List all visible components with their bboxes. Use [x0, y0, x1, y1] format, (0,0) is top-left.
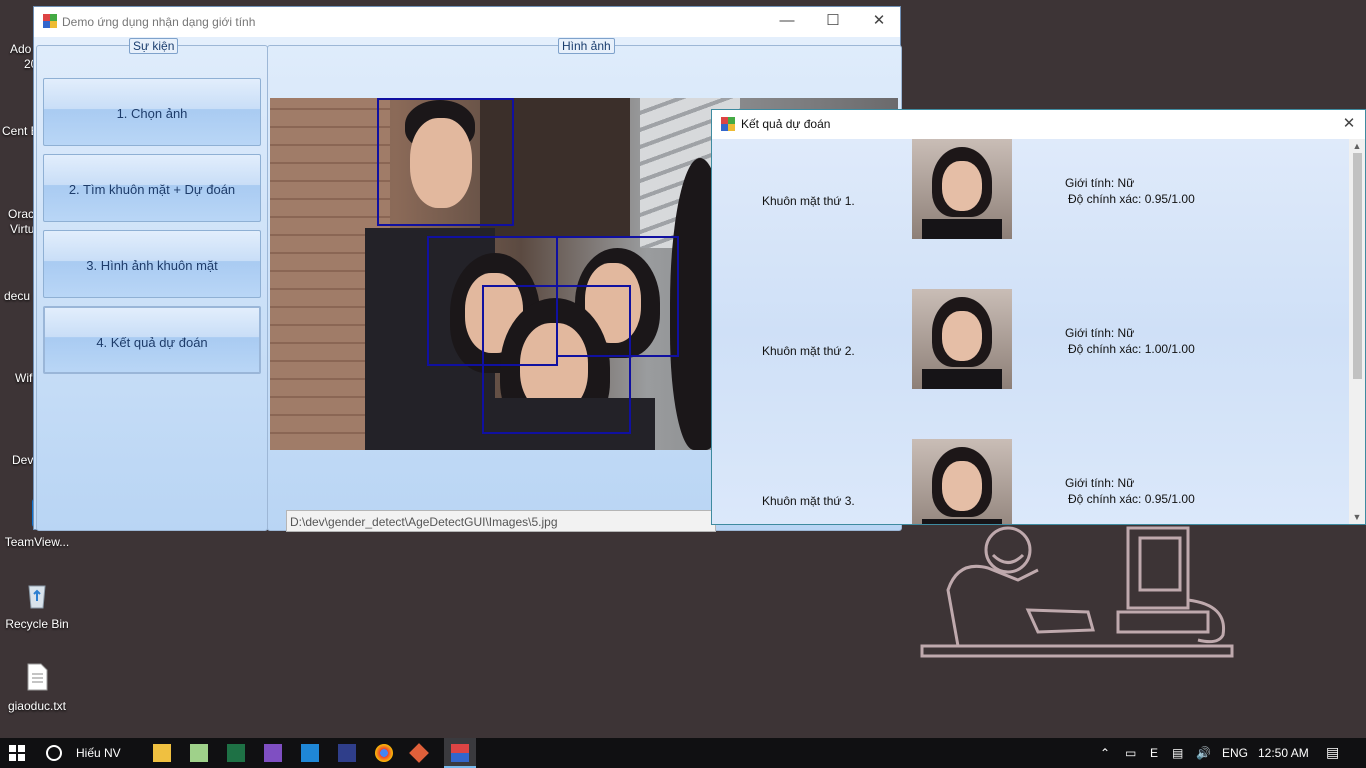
- image-group-legend: Hình ảnh: [558, 38, 615, 54]
- result-list: Khuôn mặt thứ 1. Giới tính: Nữ Độ chính …: [712, 139, 1365, 524]
- button-label: 4. Kết quả dự đoán: [96, 335, 208, 350]
- result-window: Kết quả dự đoán ✕ Khuôn mặt thứ 1. Giới …: [711, 109, 1366, 525]
- main-titlebar[interactable]: Demo ứng dụng nhận dạng giới tính — ☐ ✕: [34, 7, 900, 37]
- prediction-info: Giới tính: Nữ Độ chính xác: 0.95/1.00: [1065, 475, 1195, 507]
- result-window-title: Kết quả dự đoán: [741, 117, 831, 131]
- gender-text: Giới tính: Nữ: [1065, 326, 1135, 340]
- face-label: Khuôn mặt thứ 2.: [762, 344, 855, 358]
- language-indicator[interactable]: ENG: [1222, 746, 1248, 760]
- prediction-results-button[interactable]: 4. Kết quả dự đoán: [43, 306, 261, 374]
- unikey-icon[interactable]: E: [1150, 746, 1158, 760]
- search-label[interactable]: Hiếu NV: [76, 746, 121, 760]
- taskbar: Hiếu NV ⌃ ▭ E ▤ 🔊 ENG 12:50 AM ▤: [0, 738, 1366, 768]
- battery-icon[interactable]: ▭: [1125, 746, 1136, 760]
- face-label: Khuôn mặt thứ 1.: [762, 194, 855, 208]
- button-label: 1. Chọn ảnh: [116, 106, 188, 121]
- result-item: Khuôn mặt thứ 3. Giới tính: Nữ Độ chính …: [712, 439, 1352, 524]
- app-window-icon: [43, 14, 57, 28]
- close-icon: ✕: [872, 12, 886, 29]
- desktop-label-partial: Orac: [8, 207, 35, 221]
- cortana-search-icon[interactable]: [45, 744, 63, 762]
- face-detection-box: [482, 285, 631, 434]
- clock[interactable]: 12:50 AM: [1258, 746, 1309, 760]
- network-icon[interactable]: ▤: [1172, 746, 1183, 760]
- scroll-thumb[interactable]: [1353, 153, 1362, 379]
- maximize-button[interactable]: ☐: [810, 7, 856, 37]
- face-detection-box: [377, 98, 514, 226]
- app-window-icon: [721, 117, 735, 131]
- prediction-info: Giới tính: Nữ Độ chính xác: 1.00/1.00: [1065, 325, 1195, 357]
- desktop-label-partial: Virtu: [10, 222, 35, 236]
- desktop-label-partial: Ado: [10, 42, 32, 56]
- active-app-highlight[interactable]: [444, 738, 476, 768]
- monkey-computer-wallpaper-art: [920, 526, 1234, 658]
- minimize-button[interactable]: —: [764, 7, 810, 37]
- desktop-icon-label: TeamView...: [4, 535, 70, 549]
- minimize-icon: —: [779, 12, 795, 29]
- start-windows-icon[interactable]: [9, 745, 25, 761]
- visual-studio-icon[interactable]: [264, 744, 282, 762]
- face-images-button[interactable]: 3. Hình ảnh khuôn mặt: [43, 230, 261, 298]
- face-label: Khuôn mặt thứ 3.: [762, 494, 855, 508]
- result-close-button[interactable]: ✕: [1332, 110, 1365, 138]
- vscode-icon[interactable]: [301, 744, 319, 762]
- button-label: 3. Hình ảnh khuôn mặt: [86, 258, 218, 273]
- notepad-icon[interactable]: [190, 744, 208, 762]
- events-group: Sự kiện 1. Chọn ảnh 2. Tìm khuôn mặt + D…: [36, 38, 268, 531]
- desktop-icon-giaoduc[interactable]: giaoduc.txt: [0, 662, 74, 713]
- close-icon: ✕: [1342, 115, 1356, 132]
- desktop-label-partial: Dev: [12, 453, 34, 467]
- desktop-label-partial: decu: [4, 289, 31, 303]
- result-titlebar[interactable]: Kết quả dự đoán ✕: [712, 110, 1365, 138]
- action-center-icon[interactable]: ▤: [1326, 744, 1339, 761]
- desktop-icon-label: giaoduc.txt: [7, 699, 67, 713]
- face-thumbnail: [912, 439, 1012, 524]
- accuracy-text: Độ chính xác: 1.00/1.00: [1068, 342, 1195, 356]
- face-thumbnail: [912, 289, 1012, 389]
- chrome-icon[interactable]: [375, 744, 393, 762]
- prediction-info: Giới tính: Nữ Độ chính xác: 0.95/1.00: [1065, 175, 1195, 207]
- gender-app-icon: [451, 744, 469, 762]
- git-icon[interactable]: [409, 743, 429, 763]
- events-group-legend: Sự kiện: [129, 38, 179, 54]
- gender-text: Giới tính: Nữ: [1065, 476, 1135, 490]
- accuracy-text: Độ chính xác: 0.95/1.00: [1068, 192, 1195, 206]
- gender-text: Giới tính: Nữ: [1065, 176, 1135, 190]
- find-faces-predict-button[interactable]: 2. Tìm khuôn mặt + Dự đoán: [43, 154, 261, 222]
- file-explorer-icon[interactable]: [153, 744, 171, 762]
- text-file-icon: [27, 663, 48, 691]
- result-item: Khuôn mặt thứ 2. Giới tính: Nữ Độ chính …: [712, 289, 1352, 439]
- result-scrollbar[interactable]: ▲ ▼: [1349, 139, 1365, 524]
- recycle-bin-icon: [28, 585, 46, 609]
- app-icon[interactable]: [338, 744, 356, 762]
- chevron-up-icon[interactable]: ⌃: [1100, 746, 1110, 760]
- button-label: 2. Tìm khuôn mặt + Dự đoán: [68, 182, 236, 197]
- excel-icon[interactable]: [227, 744, 245, 762]
- accuracy-text: Độ chính xác: 0.95/1.00: [1068, 492, 1195, 506]
- choose-image-button[interactable]: 1. Chọn ảnh: [43, 78, 261, 146]
- main-window-title: Demo ứng dụng nhận dạng giới tính: [62, 15, 256, 29]
- volume-icon[interactable]: 🔊: [1196, 746, 1211, 760]
- image-path-field[interactable]: D:\dev\gender_detect\AgeDetectGUI\Images…: [286, 510, 716, 532]
- close-button[interactable]: ✕: [856, 7, 902, 37]
- scroll-down-icon[interactable]: ▼: [1349, 512, 1365, 522]
- scroll-up-icon[interactable]: ▲: [1349, 141, 1365, 151]
- desktop-label-partial: Wif: [15, 371, 33, 385]
- result-item: Khuôn mặt thứ 1. Giới tính: Nữ Độ chính …: [712, 139, 1352, 289]
- desktop-icon-label: Recycle Bin: [5, 617, 69, 631]
- maximize-icon: ☐: [826, 12, 840, 29]
- desktop-icon-recycle-bin[interactable]: Recycle Bin: [0, 580, 74, 631]
- face-thumbnail: [912, 139, 1012, 239]
